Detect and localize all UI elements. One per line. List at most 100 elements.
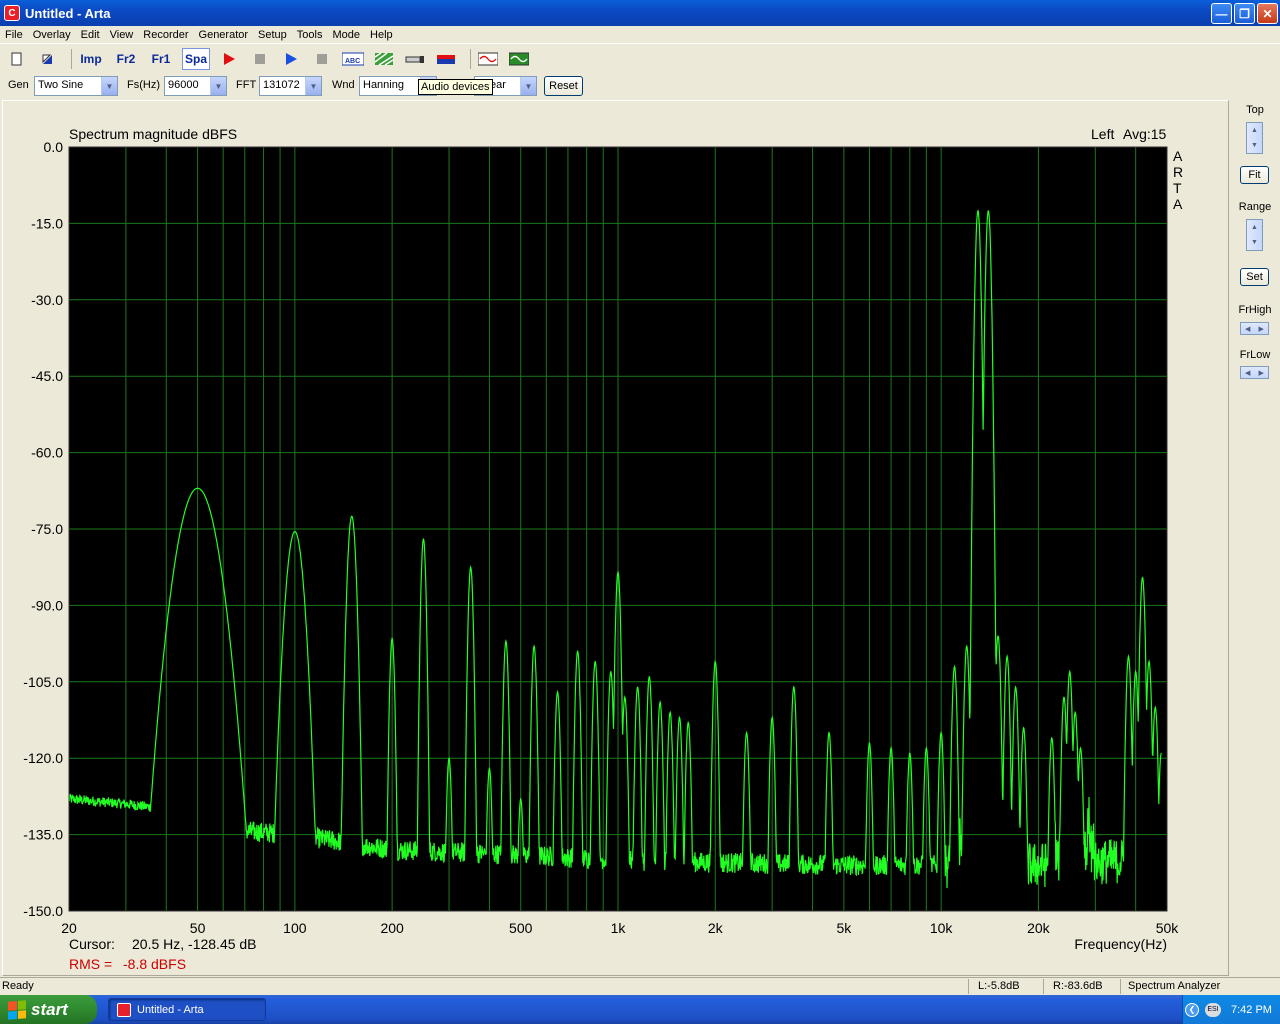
arrow-down-icon: ▼: [1251, 142, 1258, 149]
fit-button[interactable]: Fit: [1240, 166, 1269, 184]
fft-size-value: 131072: [263, 79, 300, 91]
x-tick-label: 50: [190, 920, 206, 936]
x-tick-label: 1k: [611, 920, 627, 936]
menu-edit[interactable]: Edit: [76, 29, 105, 41]
x-tick-label: 200: [380, 920, 404, 936]
top-spinner[interactable]: ▲ ▼: [1246, 122, 1263, 154]
chevron-down-icon: ▼: [305, 77, 321, 95]
frlow-label: FrLow: [1239, 349, 1271, 361]
audio-devices-icon: [405, 56, 424, 63]
menu-recorder[interactable]: Recorder: [138, 29, 193, 41]
range-label: Range: [1238, 201, 1272, 213]
minimize-button[interactable]: —: [1211, 3, 1232, 24]
signal-button[interactable]: [476, 48, 500, 70]
fr1-mode-button[interactable]: Fr1: [147, 48, 175, 70]
menu-generator[interactable]: Generator: [194, 29, 254, 41]
windows-logo-icon: [8, 999, 26, 1020]
x-tick-label: 50k: [1156, 920, 1180, 936]
menu-tools[interactable]: Tools: [292, 29, 328, 41]
y-tick-label: 0.0: [44, 139, 64, 155]
clock[interactable]: 7:42 PM: [1231, 1004, 1272, 1016]
open-button[interactable]: [35, 48, 59, 70]
new-file-button[interactable]: [4, 48, 28, 70]
fft-label: FFT: [236, 79, 257, 91]
taskbar: start Untitled - Arta ❮ ESI 7:42 PM: [0, 995, 1280, 1024]
status-left-level: L:-5.8dB: [978, 980, 1020, 992]
calibrate-button[interactable]: [434, 48, 458, 70]
menu-file[interactable]: File: [0, 29, 28, 41]
menu-mode[interactable]: Mode: [327, 29, 365, 41]
arta-side-letter: R: [1173, 164, 1183, 180]
stop-icon: [317, 54, 327, 64]
calibrate-icon: [437, 55, 455, 64]
abc-icon: ABC: [342, 52, 364, 66]
start-button[interactable]: start: [0, 995, 97, 1024]
arta-app-icon[interactable]: C: [4, 5, 20, 21]
arta-app-icon: [117, 1002, 131, 1017]
frlow-spinner[interactable]: ◀ ▶: [1240, 366, 1269, 379]
scale-control-panel: Top ▲ ▼ Fit Range ▲ ▼ Set FrHigh ◀ ▶ FrLow …: [1230, 100, 1280, 976]
svg-text:ABC: ABC: [345, 58, 360, 65]
system-tray: ❮ ESI 7:42 PM: [1182, 995, 1280, 1024]
sample-rate-select[interactable]: 96000 ▼: [164, 76, 227, 96]
reset-button[interactable]: Reset: [544, 76, 583, 96]
menu-setup[interactable]: Setup: [253, 29, 292, 41]
y-tick-label: -105.0: [23, 674, 63, 690]
status-mode: Spectrum Analyzer: [1128, 980, 1221, 992]
record-button[interactable]: [217, 48, 241, 70]
taskbar-item-arta[interactable]: Untitled - Arta: [108, 998, 266, 1021]
restore-button[interactable]: ❐: [1234, 3, 1255, 24]
arrow-right-icon: ▶: [1258, 369, 1264, 377]
close-button[interactable]: ✕: [1257, 3, 1278, 24]
toolbar-separator: [71, 49, 72, 69]
spectrum-chart[interactable]: 0.0 -15.0 -30.0 -45.0 -60.0 -75.0 -90.0 -105.0 -…: [3, 101, 1228, 975]
arrow-left-icon: ◀: [1245, 369, 1251, 377]
new-file-icon: [11, 52, 22, 66]
y-tick-label: -75.0: [31, 521, 63, 537]
audio-devices-button[interactable]: [403, 48, 427, 70]
window-select-value: Hanning: [363, 79, 404, 91]
set-button[interactable]: Set: [1240, 268, 1269, 286]
range-spinner[interactable]: ▲ ▼: [1246, 219, 1263, 251]
title-bar[interactable]: C Untitled - Arta — ❐ ✕: [0, 0, 1280, 26]
menu-overlay[interactable]: Overlay: [28, 29, 76, 41]
fr2-mode-button[interactable]: Fr2: [112, 48, 140, 70]
close-icon: ✕: [1262, 6, 1273, 21]
arrow-up-icon: ▲: [1251, 224, 1258, 231]
rms-label: RMS =: [69, 956, 112, 972]
status-bar: Ready L:-5.8dB R:-83.6dB Spectrum Analyz…: [0, 977, 1280, 995]
generator-select[interactable]: Two Sine ▼: [34, 76, 118, 96]
stop-button[interactable]: [248, 48, 272, 70]
spa-mode-button[interactable]: Spa: [182, 48, 210, 70]
sample-rate-value: 96000: [168, 79, 199, 91]
x-tick-label: 20k: [1027, 920, 1051, 936]
generator-select-value: Two Sine: [38, 79, 84, 91]
wnd-label: Wnd: [332, 79, 355, 91]
generator-play-button[interactable]: [279, 48, 303, 70]
window-title: Untitled - Arta: [25, 5, 111, 21]
frhigh-spinner[interactable]: ◀ ▶: [1240, 322, 1269, 335]
rms-value: -8.8 dBFS: [123, 956, 186, 972]
menu-view[interactable]: View: [105, 29, 139, 41]
y-tick-label: -90.0: [31, 597, 63, 613]
toolbar: Imp Fr2 Fr1 Spa ABC: [0, 46, 1280, 72]
x-tick-label: 10k: [930, 920, 954, 936]
color-button[interactable]: [372, 48, 396, 70]
x-tick-label: 2k: [708, 920, 724, 936]
top-label: Top: [1246, 104, 1264, 116]
scope-button[interactable]: [507, 48, 531, 70]
fft-size-select[interactable]: 131072 ▼: [259, 76, 322, 96]
esi-tray-icon[interactable]: ESI: [1205, 1002, 1221, 1017]
impulse-mode-button[interactable]: Imp: [77, 48, 105, 70]
labels-button[interactable]: ABC: [341, 48, 365, 70]
start-label: start: [31, 999, 68, 1019]
generator-stop-button[interactable]: [310, 48, 334, 70]
y-tick-label: -150.0: [23, 903, 63, 919]
tray-expand-icon[interactable]: ❮: [1185, 1002, 1199, 1017]
average-count: Avg:15: [1123, 126, 1167, 142]
status-right-level: R:-83.6dB: [1053, 980, 1103, 992]
x-tick-label: 5k: [836, 920, 852, 936]
sine-wave-icon: [478, 52, 498, 66]
menu-help[interactable]: Help: [365, 29, 398, 41]
x-axis-label: Frequency(Hz): [1074, 936, 1167, 952]
